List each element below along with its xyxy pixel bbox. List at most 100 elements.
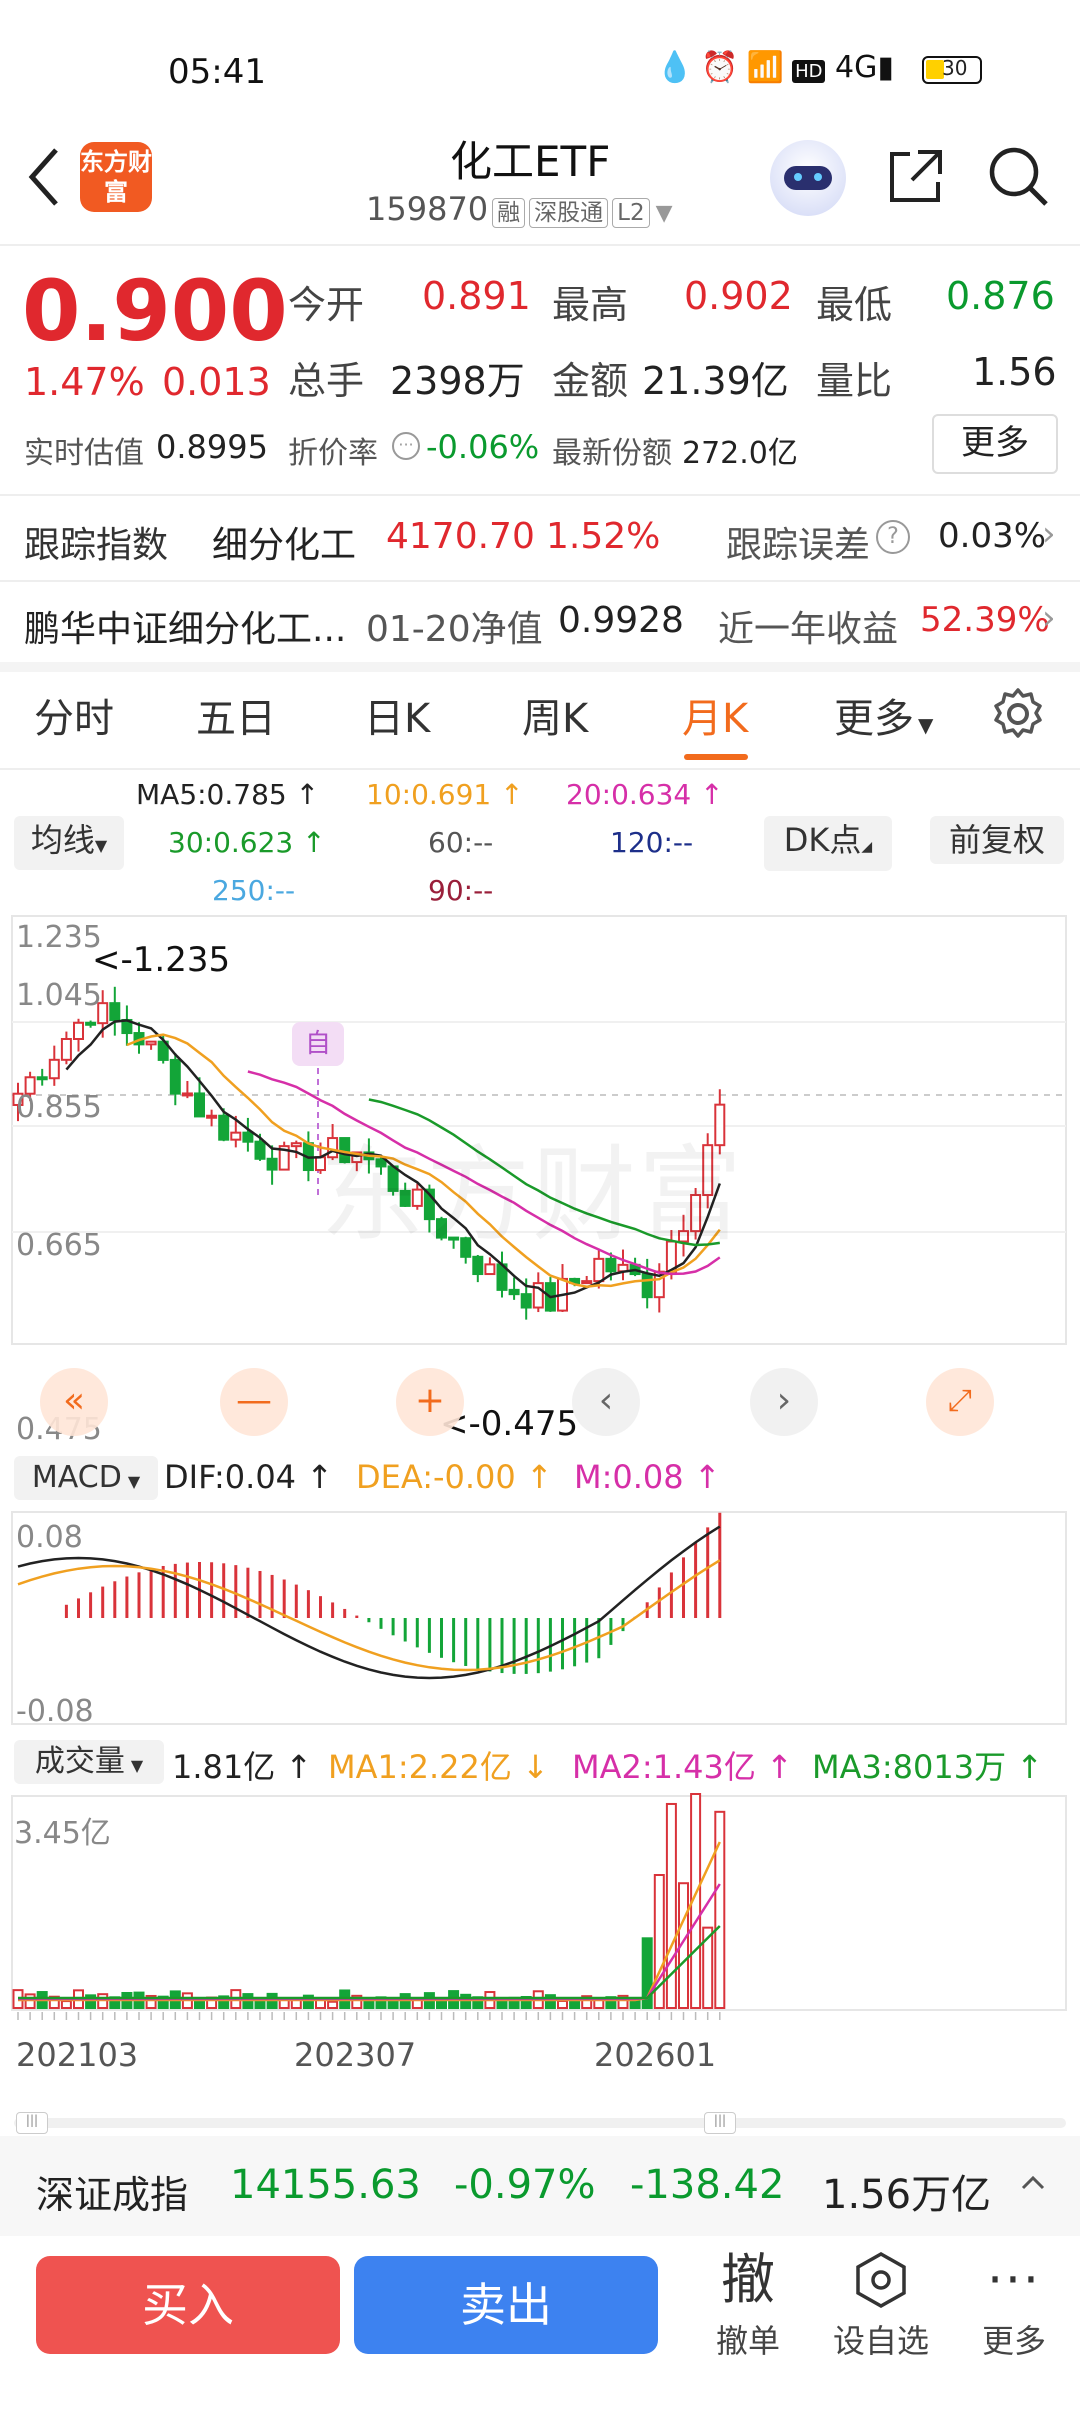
- chevron-up-icon[interactable]: [1018, 2162, 1048, 2206]
- tab-more-label: 更多: [834, 696, 914, 742]
- chart-scroll-track[interactable]: [14, 2118, 1066, 2128]
- back-icon[interactable]: [22, 142, 66, 216]
- more-actions-button[interactable]: ··· 更多: [964, 2250, 1064, 2362]
- candle-body: [48, 1058, 60, 1080]
- candle-body: [85, 1021, 97, 1026]
- candle-body: [169, 1058, 181, 1095]
- candle-body: [520, 1293, 532, 1309]
- scroll-handle-left[interactable]: |||: [16, 2112, 48, 2134]
- macd-dif-line: [17, 1525, 721, 1680]
- open-label: 今开: [288, 283, 365, 327]
- ma5-label: MA5:0.785 ↑: [136, 778, 320, 811]
- share-label: 最新份额: [552, 436, 672, 471]
- macd-dea-line: [17, 1559, 721, 1672]
- candle-body: [266, 1157, 278, 1171]
- ma30-label: 30:0.623 ↑: [168, 826, 326, 859]
- tab-underline: [684, 754, 748, 760]
- candle-body: [206, 1114, 218, 1119]
- share-icon[interactable]: [884, 144, 948, 212]
- fullscreen-icon[interactable]: ⤢: [926, 1368, 994, 1436]
- question-icon[interactable]: ?: [876, 520, 910, 554]
- candle-body: [484, 1263, 496, 1276]
- tracking-index[interactable]: 细分化工: [212, 516, 356, 568]
- volume-ma2: MA2:1.43亿 ↑: [572, 1748, 793, 1786]
- tab-weekly-k[interactable]: 周K: [522, 686, 588, 744]
- return-value: 52.39%: [920, 600, 1050, 640]
- stock-code: 159870: [366, 190, 489, 228]
- tab-daily-k[interactable]: 日K: [364, 686, 430, 744]
- kline-chart[interactable]: [0, 900, 1080, 2100]
- cancel-icon: 撤: [721, 2248, 775, 2311]
- tab-monthly-k[interactable]: 月K: [682, 686, 748, 744]
- self-select-marker[interactable]: 自: [292, 1022, 344, 1066]
- cancel-order-button[interactable]: 撤 撤单: [700, 2250, 796, 2362]
- fund-name[interactable]: 鹏华中证细分化工...: [24, 600, 346, 652]
- candle-body: [73, 1021, 84, 1040]
- nav-label: 01-20净值: [366, 609, 543, 650]
- chevron-right-icon[interactable]: ›: [1042, 598, 1056, 638]
- scroll-right-icon[interactable]: ›: [750, 1368, 818, 1436]
- amount-label: 金额: [552, 359, 629, 403]
- info-icon[interactable]: ···: [392, 432, 420, 460]
- dropdown-triangle-icon[interactable]: ▼: [656, 201, 673, 226]
- amount-value: 21.39亿: [642, 359, 789, 403]
- high-value: 0.902: [684, 274, 793, 318]
- volume-bar: [557, 1999, 568, 2009]
- app-logo: 东方财富: [80, 142, 152, 212]
- water-drop-icon: 💧: [656, 50, 702, 85]
- sell-button[interactable]: 卖出: [354, 2256, 658, 2354]
- macd-dif: DIF:0.04 ↑: [164, 1458, 334, 1496]
- macd-axis-top: 0.08: [16, 1520, 83, 1555]
- macd-dea: DEA:-0.00 ↑: [356, 1458, 553, 1496]
- tab-more[interactable]: 更多 ▼: [834, 686, 933, 744]
- macd-selector[interactable]: MACD ▼: [14, 1456, 158, 1500]
- search-icon[interactable]: [986, 144, 1050, 212]
- adjust-button[interactable]: 前复权: [930, 816, 1064, 864]
- chevron-right-icon[interactable]: ›: [1042, 514, 1056, 554]
- candle-body: [194, 1092, 205, 1118]
- tag-l2: L2: [612, 198, 650, 228]
- candle-body: [508, 1288, 520, 1296]
- volume-ma-line: [18, 1925, 721, 2000]
- volume-selector[interactable]: 成交量 ▼: [14, 1740, 164, 1784]
- watermark-logo: 东方财富: [320, 1134, 745, 1256]
- estimate-label: 实时估值: [24, 436, 144, 471]
- signal-icon: 4G▮: [825, 50, 894, 85]
- volume-ratio-value: 1.56: [972, 350, 1057, 394]
- tab-intraday[interactable]: 分时: [34, 686, 114, 744]
- price-axis-label: 1.045: [16, 978, 102, 1013]
- more-button[interactable]: 更多: [932, 414, 1058, 474]
- zoom-out-icon[interactable]: —: [220, 1368, 288, 1436]
- tracking-label: 跟踪指数: [24, 525, 169, 566]
- candle-body: [641, 1273, 653, 1299]
- price-axis-label: 0.855: [16, 1090, 102, 1125]
- robot-avatar-icon[interactable]: [770, 140, 846, 216]
- low-value: 0.876: [946, 274, 1055, 318]
- scroll-left-icon[interactable]: ‹: [572, 1368, 640, 1436]
- zoom-in-icon[interactable]: +: [396, 1368, 464, 1436]
- candle-body: [60, 1037, 72, 1061]
- candle-body: [254, 1140, 266, 1160]
- max-price-label: <-1.235: [92, 940, 231, 980]
- buy-button[interactable]: 买入: [36, 2256, 340, 2354]
- index-chg: -138.42: [630, 2162, 785, 2208]
- hd-icon: HD: [792, 60, 826, 83]
- tab-five-day[interactable]: 五日: [196, 686, 276, 744]
- scroll-handle-right[interactable]: |||: [704, 2112, 736, 2134]
- scroll-left-fast-icon[interactable]: «: [40, 1368, 108, 1436]
- alarm-icon: ⏰: [701, 50, 747, 85]
- candle-body: [181, 1092, 193, 1097]
- volume-ma-line: [18, 1883, 721, 2001]
- more-actions-label: 更多: [981, 2322, 1046, 2360]
- dropdown-triangle-icon: ▼: [127, 1472, 141, 1491]
- dropdown-triangle-icon: ▼: [94, 836, 108, 855]
- ma120-label: 120:--: [610, 826, 694, 859]
- tracking-value: 4170.70: [386, 516, 535, 557]
- add-watchlist-button[interactable]: 设自选: [826, 2250, 936, 2362]
- ma-selector[interactable]: 均线▼: [14, 816, 124, 870]
- dk-point-button[interactable]: DK点◢: [764, 816, 892, 871]
- settings-gear-icon[interactable]: [990, 686, 1046, 746]
- battery-icon: 30: [922, 56, 982, 84]
- price-axis-label: 0.665: [16, 1228, 102, 1263]
- tag-margin: 融: [492, 198, 526, 228]
